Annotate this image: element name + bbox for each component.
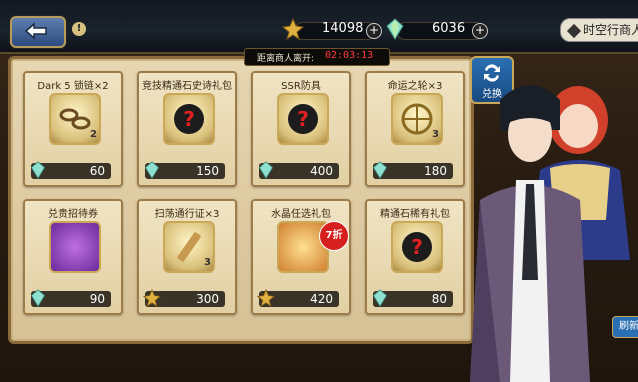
gold-icon [257,289,275,307]
price-tag: 80 [372,289,453,307]
item-name: 精通石稀有礼包 [380,209,450,220]
item-name: 扫荡通行证×3 [154,209,220,220]
timer-value: 02:03:13 [325,50,374,61]
discount-badge: 7折 [319,221,349,251]
merchant-timer: 距离商人离开: 02:03:13 [244,48,390,66]
merchant-icon [566,23,582,38]
ticket-icon [49,221,101,273]
question-mark-icon: ? [174,104,204,134]
top-bar: ! 14098 + 6036 + 时空行商人 [0,0,638,54]
gem-icon [30,289,46,307]
gem-icon [30,161,46,179]
shop-item-card[interactable]: 命运之轮×3 3 180 [365,71,465,187]
gem-icon [372,161,388,179]
shop-item-card[interactable]: 扫荡通行证×3 3 300 [137,199,237,315]
back-arrow-icon [24,22,47,40]
shop-item-card[interactable]: Dark 5 锁链×2 2 60 [23,71,123,187]
item-name: 竞技精通石史诗礼包 [142,81,232,92]
item-price: 180 [424,164,447,178]
item-price: 90 [89,292,105,306]
shop-item-card[interactable]: 竞技精通石史诗礼包 ? 150 [137,71,237,187]
add-gold-button[interactable]: + [366,23,382,39]
game-screen: ! 14098 + 6036 + 时空行商人 距离商人离开: 02:03:13 [0,0,638,382]
add-gem-button[interactable]: + [472,23,488,39]
price-tag: 180 [372,161,453,179]
merchant-label: 时空行商人 [583,23,638,37]
item-name: SSR防具 [281,81,321,92]
question-mark-icon: ? [402,232,432,262]
item-name: 兑贵招待券 [48,209,98,220]
shop-item-card[interactable]: 兑贵招待券 90 [23,199,123,315]
mystery-pack-icon: ? [163,93,215,145]
item-price: 300 [196,292,219,306]
shop-panel: Dark 5 锁链×2 2 60 竞技精通石史诗礼包 ? 150 SSR防具 ? [8,56,474,344]
item-name: 命运之轮×3 [387,81,443,92]
merchant-button[interactable]: 时空行商人 [560,18,638,42]
shop-item-card[interactable]: SSR防具 ? 400 [251,71,351,187]
item-price: 400 [310,164,333,178]
item-price: 150 [196,164,219,178]
question-mark-icon: ? [288,104,318,134]
gem-currency: 6036 + [384,18,490,40]
price-tag: 420 [257,289,339,307]
gem-icon [258,161,274,179]
mystery-pack-icon: ? [391,221,443,273]
price-tag: 150 [144,161,225,179]
gold-amount: 14098 [322,21,364,36]
item-price: 420 [310,292,333,306]
armor-icon: ? [277,93,329,145]
item-name: Dark 5 锁链×2 [37,81,109,92]
back-button[interactable] [10,16,66,48]
gold-icon [143,289,161,307]
shop-item-card[interactable]: 水晶任选礼包 7折 420 [251,199,351,315]
gem-amount: 6036 [432,21,466,36]
item-price: 80 [431,292,447,306]
price-tag: 400 [258,161,339,179]
item-quantity: 2 [90,129,97,140]
price-tag: 60 [30,161,111,179]
gem-icon [386,18,404,40]
gold-currency: 14098 + [282,18,382,40]
price-tag: 300 [143,289,225,307]
refresh-button[interactable]: 刷新 [612,316,638,338]
item-price: 60 [89,164,105,178]
item-quantity: 3 [432,129,439,140]
item-name: 水晶任选礼包 [271,209,331,220]
timer-label: 距离商人离开: [257,54,315,64]
gem-icon [144,161,160,179]
shop-item-card[interactable]: 精通石稀有礼包 ? 80 [365,199,465,315]
item-quantity: 3 [204,257,211,268]
info-icon[interactable]: ! [72,22,86,36]
gem-icon [372,289,388,307]
refresh-label: 刷新 [619,321,638,332]
price-tag: 90 [30,289,111,307]
gold-icon [282,18,304,40]
